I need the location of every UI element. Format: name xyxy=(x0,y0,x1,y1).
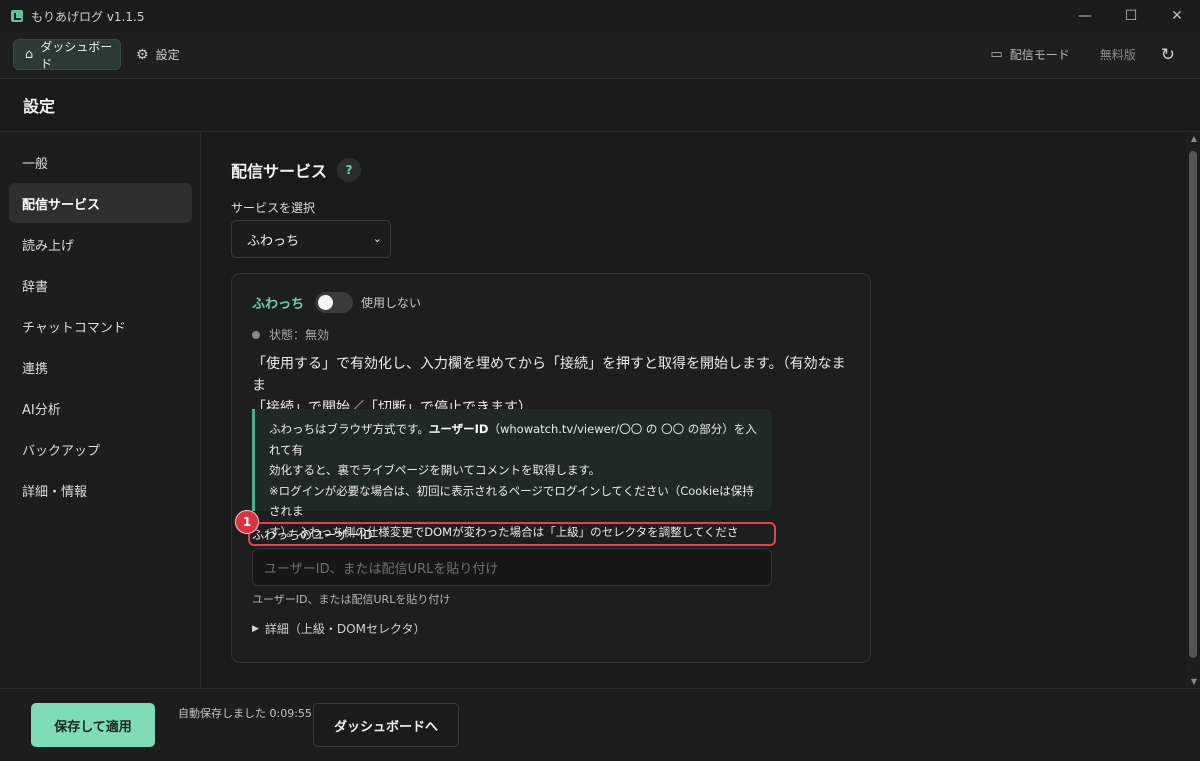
user-id-help-text: ユーザーID、または配信URLを貼り付け xyxy=(252,593,451,606)
window-controls: — ☐ ✕ xyxy=(1062,0,1200,32)
scroll-up-arrow-icon[interactable]: ▲ xyxy=(1191,134,1197,143)
help-icon[interactable]: ? xyxy=(337,158,362,182)
sidebar-item-streaming-services[interactable]: 配信サービス xyxy=(9,183,192,223)
chevron-down-icon: ⌄ xyxy=(372,232,382,245)
service-enable-toggle[interactable] xyxy=(315,292,354,313)
monitor-icon: ▭ xyxy=(990,47,1003,62)
service-card: ふわっち 使用しない 状態：無効 「使用する」で有効化し、入力欄を埋めてから「接… xyxy=(231,273,871,663)
section-title: 配信サービス ? xyxy=(231,158,362,182)
triangle-right-icon: ▶ xyxy=(252,623,259,634)
sidebar-item-integration[interactable]: 連携 xyxy=(9,347,192,387)
user-id-placeholder: ユーザーID、または配信URLを貼り付け xyxy=(264,561,499,577)
sidebar-item-details-info[interactable]: 詳細・情報 xyxy=(9,470,192,510)
info-line-1-bold: ユーザーID xyxy=(428,422,489,436)
refresh-icon[interactable]: ↻ xyxy=(1161,45,1175,65)
maximize-icon[interactable]: ☐ xyxy=(1108,0,1154,32)
service-select-value: ふわっち xyxy=(247,233,300,249)
info-line-1: ふわっちはブラウザ方式です。ユーザーID（whowatch.tv/viewer/… xyxy=(269,419,760,460)
service-select[interactable]: ふわっち ⌄ xyxy=(231,220,391,258)
nav-settings-label: 設定 xyxy=(155,48,180,62)
nav-settings-button[interactable]: ⚙ 設定 xyxy=(136,39,180,70)
title-bar: もりあげログ v1.1.5 — ☐ ✕ xyxy=(0,0,1200,32)
section-title-text: 配信サービス xyxy=(231,162,328,181)
user-id-input[interactable]: ユーザーID、または配信URLを貼り付け xyxy=(252,548,772,586)
main-content: 配信サービス ? サービスを選択 ふわっち ⌄ ふわっち 使用しない 状態：無効… xyxy=(201,132,1200,688)
advanced-details-label: 詳細（上級・DOMセレクタ） xyxy=(264,622,426,636)
page-header: 設定 xyxy=(0,79,1200,132)
instruction-line-1: 「使用する」で有効化し、入力欄を埋めてから「接続」を押すと取得を開始します。（有… xyxy=(252,356,846,394)
page-title: 設定 xyxy=(23,97,56,116)
go-dashboard-button[interactable]: ダッシュボードへ xyxy=(313,703,459,747)
autosave-status: 自動保存しました 0:09:55 xyxy=(178,707,312,720)
toggle-label: 使用しない xyxy=(361,296,422,310)
service-card-header: ふわっち 使用しない xyxy=(252,292,421,313)
sidebar-item-ai-analysis[interactable]: AI分析 xyxy=(9,388,192,428)
stream-mode-button[interactable]: ▭ 配信モード xyxy=(990,46,1069,63)
nav-right-group: ▭ 配信モード 無料版 ↻ xyxy=(990,39,1175,70)
service-select-label: サービスを選択 xyxy=(231,201,316,215)
info-line-1-pre: ふわっちはブラウザ方式です。 xyxy=(269,422,429,436)
stream-mode-label: 配信モード xyxy=(1009,48,1070,62)
close-icon[interactable]: ✕ xyxy=(1154,0,1200,32)
service-name: ふわっち xyxy=(252,297,305,312)
version-badge: 無料版 xyxy=(1099,48,1136,62)
sidebar-item-read-aloud[interactable]: 読み上げ xyxy=(9,224,192,264)
advanced-details-toggle[interactable]: ▶ 詳細（上級・DOMセレクタ） xyxy=(252,620,425,637)
status-dot-icon xyxy=(252,330,260,339)
settings-sidebar: 一般 配信サービス 読み上げ 辞書 チャットコマンド 連携 AI分析 バックアッ… xyxy=(0,132,201,688)
app-logo-icon xyxy=(11,10,23,22)
window-title: もりあげログ v1.1.5 xyxy=(31,9,145,24)
home-icon: ⌂ xyxy=(25,47,34,62)
nav-dashboard-button[interactable]: ⌂ ダッシュボード xyxy=(13,39,121,71)
nav-dashboard-label: ダッシュボード xyxy=(40,39,113,71)
vertical-scrollbar[interactable]: ▲ ▼ xyxy=(1186,132,1200,688)
gear-icon: ⚙ xyxy=(136,46,149,63)
footer-bar: 保存して適用 自動保存しました 0:09:55 ダッシュボードへ xyxy=(0,688,1200,761)
scroll-thumb[interactable] xyxy=(1189,151,1197,658)
status-indicator: 状態：無効 xyxy=(252,326,329,343)
save-apply-button[interactable]: 保存して適用 xyxy=(31,703,155,747)
sidebar-item-general[interactable]: 一般 xyxy=(9,142,192,182)
sidebar-item-dictionary[interactable]: 辞書 xyxy=(9,265,192,305)
user-id-label: ふわっちのユーザーID xyxy=(252,528,373,542)
top-navigation: ⌂ ダッシュボード ⚙ 設定 ▭ 配信モード 無料版 ↻ xyxy=(0,32,1200,79)
info-line-3: ※ログインが必要な場合は、初回に表示されるページでログインしてください（Cook… xyxy=(269,483,754,519)
sidebar-item-backup[interactable]: バックアップ xyxy=(9,429,192,469)
toggle-knob xyxy=(318,295,334,310)
info-line-2: 効化すると、裏でライブページを開いてコメントを取得します。 xyxy=(269,463,601,477)
minimize-icon[interactable]: — xyxy=(1062,0,1108,32)
info-box: ふわっちはブラウザ方式です。ユーザーID（whowatch.tv/viewer/… xyxy=(252,409,772,559)
status-text: 状態：無効 xyxy=(269,328,330,342)
sidebar-item-chat-commands[interactable]: チャットコマンド xyxy=(9,306,192,346)
scroll-down-arrow-icon[interactable]: ▼ xyxy=(1191,677,1197,686)
